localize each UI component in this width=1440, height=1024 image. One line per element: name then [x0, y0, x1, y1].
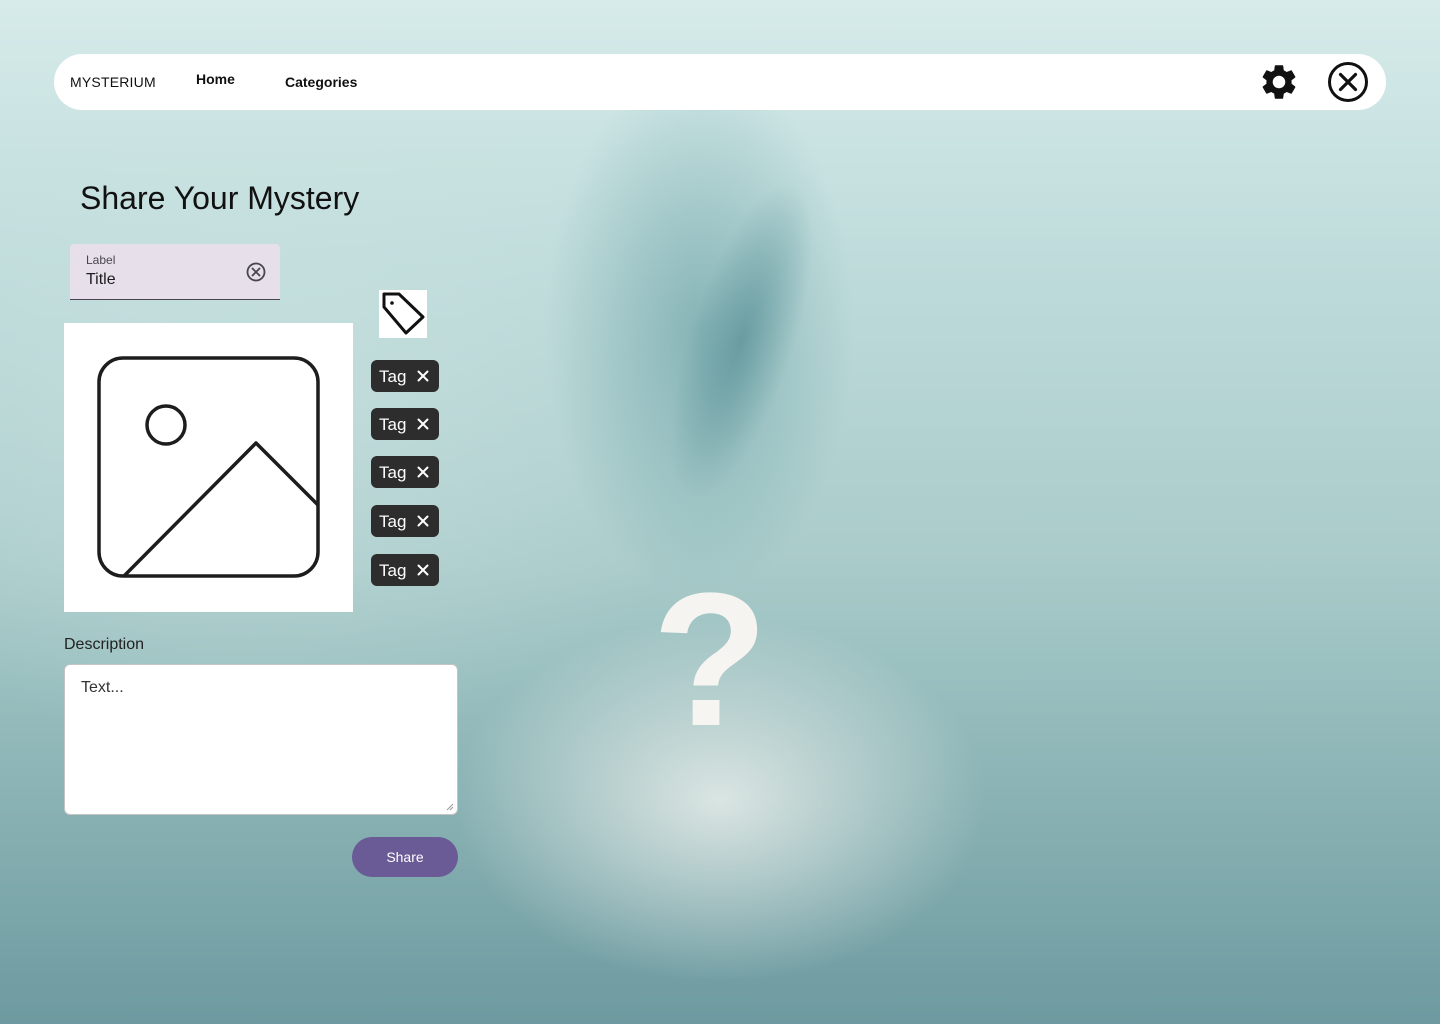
page-title: Share Your Mystery: [80, 180, 360, 216]
gear-icon[interactable]: [1258, 61, 1300, 103]
tag-icon: [382, 292, 425, 335]
title-field-value[interactable]: Title: [86, 271, 116, 289]
background-smoke: [553, 84, 927, 606]
nav-link-home[interactable]: Home: [196, 71, 235, 87]
tag-chip-label: Tag: [379, 463, 407, 482]
brand-logo[interactable]: MYSTERIUM: [70, 74, 156, 90]
tag-chip-label: Tag: [379, 415, 407, 434]
clear-circle-icon[interactable]: [245, 261, 267, 283]
tag-chip-label: Tag: [379, 561, 407, 580]
nav-link-categories[interactable]: Categories: [285, 74, 357, 90]
tag-chip[interactable]: Tag: [371, 360, 439, 392]
resize-handle-icon[interactable]: [446, 803, 454, 811]
description-label: Description: [64, 636, 145, 653]
tag-chip-label: Tag: [379, 512, 407, 531]
remove-tag-icon[interactable]: [415, 368, 431, 384]
image-icon: [97, 356, 320, 578]
tag-chip[interactable]: Tag: [371, 408, 439, 440]
remove-tag-icon[interactable]: [415, 562, 431, 578]
tag-chip-label: Tag: [379, 367, 407, 386]
tag-chip[interactable]: Tag: [371, 456, 439, 488]
remove-tag-icon[interactable]: [415, 513, 431, 529]
description-textarea[interactable]: Text...: [64, 664, 458, 815]
top-nav-bar: MYSTERIUM Home Categories: [54, 54, 1386, 110]
title-field[interactable]: Label Title: [70, 244, 280, 300]
title-field-label: Label: [86, 253, 116, 267]
add-tag-button[interactable]: [379, 290, 427, 338]
share-button[interactable]: Share: [352, 837, 458, 877]
tag-chip[interactable]: Tag: [371, 505, 439, 537]
close-circle-icon[interactable]: [1327, 61, 1369, 103]
description-placeholder: Text...: [81, 679, 124, 696]
image-upload-area[interactable]: [64, 323, 353, 612]
remove-tag-icon[interactable]: [415, 464, 431, 480]
tag-chip[interactable]: Tag: [371, 554, 439, 586]
remove-tag-icon[interactable]: [415, 416, 431, 432]
background-question-mark: ?: [652, 554, 769, 766]
